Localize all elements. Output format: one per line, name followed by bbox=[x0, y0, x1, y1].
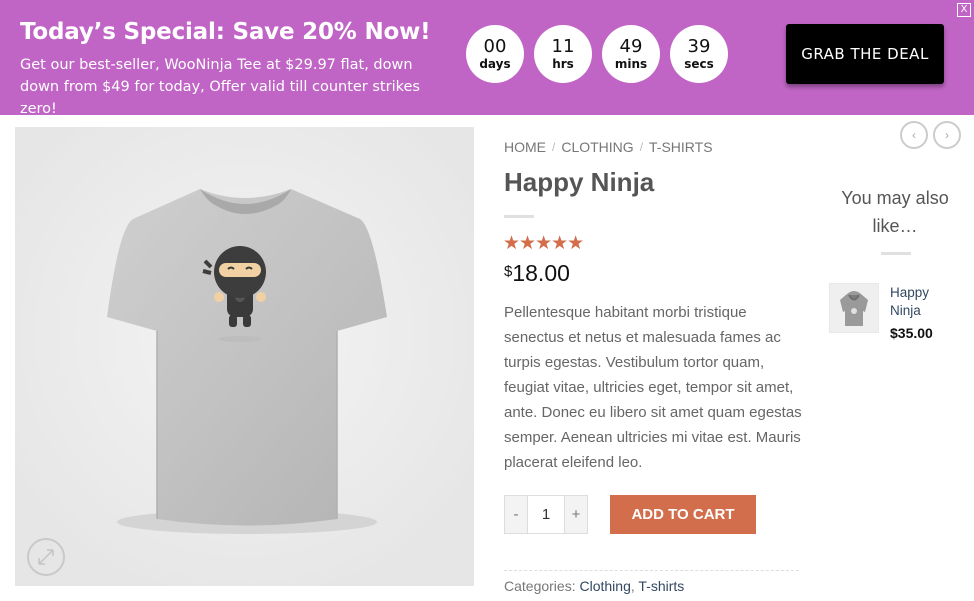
countdown-days: 00 days bbox=[466, 25, 524, 83]
chevron-right-icon: › bbox=[945, 128, 949, 142]
quantity-input[interactable] bbox=[527, 496, 565, 533]
star-rating: ★★★★★ bbox=[503, 233, 584, 254]
add-to-cart-button[interactable]: ADD TO CART bbox=[610, 495, 756, 534]
countdown-seconds: 39 secs bbox=[670, 25, 728, 83]
expand-icon bbox=[38, 549, 54, 565]
countdown-label: secs bbox=[684, 56, 714, 71]
close-banner-button[interactable]: X bbox=[957, 3, 971, 17]
countdown-value: 11 bbox=[551, 35, 575, 57]
prev-product-button[interactable]: ‹ bbox=[900, 121, 928, 149]
breadcrumb-separator: / bbox=[552, 140, 556, 154]
product-title: Happy Ninja bbox=[504, 167, 655, 197]
related-heading: You may also like… bbox=[830, 184, 960, 240]
countdown-minutes: 49 mins bbox=[602, 25, 660, 83]
related-product-thumbnail[interactable] bbox=[829, 283, 879, 333]
breadcrumb-separator: / bbox=[639, 140, 644, 154]
product-categories: Categories: Clothing, T-shirts bbox=[504, 578, 685, 594]
countdown-label: hrs bbox=[552, 56, 574, 71]
tshirt-image bbox=[15, 127, 474, 586]
price-amount: 18.00 bbox=[512, 260, 570, 286]
promo-title: Today’s Special: Save 20% Now! bbox=[20, 19, 431, 45]
product-description: Pellentesque habitant morbi tristique se… bbox=[504, 304, 802, 471]
related-divider bbox=[881, 252, 911, 255]
countdown-hours: 11 hrs bbox=[534, 25, 592, 83]
countdown-value: 00 bbox=[483, 35, 507, 57]
category-link-clothing[interactable]: Clothing bbox=[579, 578, 630, 594]
promo-line-1: Get our best-seller, WooNinja Tee at $29… bbox=[20, 57, 413, 73]
promo-line-2: down from $49 for today, Offer valid til… bbox=[20, 79, 420, 117]
countdown-label: mins bbox=[614, 56, 648, 71]
countdown-timer: 00 days 11 hrs 49 mins 39 secs bbox=[466, 25, 728, 83]
grab-deal-button[interactable]: GRAB THE DEAL bbox=[786, 24, 944, 84]
promo-description: Get our best-seller, WooNinja Tee at $29… bbox=[20, 54, 460, 120]
related-product-name[interactable]: Happy Ninja bbox=[890, 284, 960, 320]
zoom-button[interactable] bbox=[27, 538, 65, 576]
categories-label: Categories: bbox=[504, 578, 576, 594]
breadcrumb: HOME / CLOTHING / T-SHIRTS bbox=[504, 139, 713, 155]
product-price: $18.00 bbox=[504, 260, 570, 287]
promo-banner: Today’s Special: Save 20% Now! Get our b… bbox=[0, 0, 974, 117]
chevron-left-icon: ‹ bbox=[912, 128, 916, 142]
category-link-tshirts[interactable]: T-shirts bbox=[638, 578, 684, 594]
next-product-button[interactable]: › bbox=[933, 121, 961, 149]
currency-symbol: $ bbox=[504, 263, 513, 280]
countdown-label: days bbox=[479, 56, 511, 71]
title-divider bbox=[504, 215, 534, 218]
related-heading-line-1: You may also bbox=[841, 188, 949, 208]
breadcrumb-home[interactable]: HOME bbox=[504, 139, 546, 155]
meta-divider bbox=[504, 570, 799, 571]
quantity-stepper: - + bbox=[504, 495, 588, 534]
related-product-price: $35.00 bbox=[890, 325, 933, 341]
countdown-value: 39 bbox=[687, 35, 711, 57]
quantity-plus-button[interactable]: + bbox=[565, 496, 587, 533]
breadcrumb-tshirts[interactable]: T-SHIRTS bbox=[649, 139, 713, 155]
hoodie-image bbox=[830, 284, 878, 332]
related-heading-line-2: like… bbox=[872, 216, 918, 236]
countdown-value: 49 bbox=[619, 35, 643, 57]
breadcrumb-clothing[interactable]: CLOTHING bbox=[561, 139, 633, 155]
product-image[interactable] bbox=[15, 127, 474, 586]
quantity-minus-button[interactable]: - bbox=[505, 496, 527, 533]
